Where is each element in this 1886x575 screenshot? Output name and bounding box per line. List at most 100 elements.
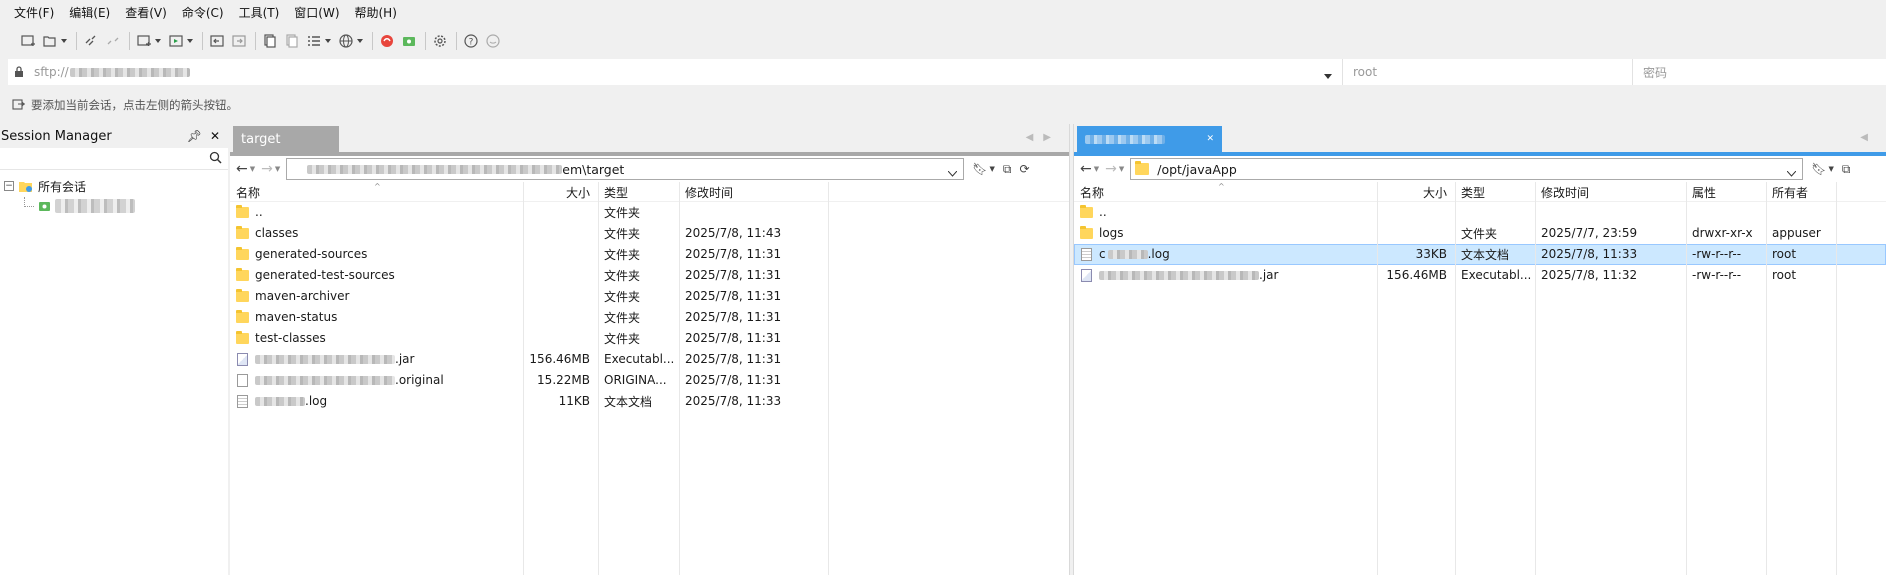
username-input[interactable]: root (1343, 59, 1633, 85)
col-header-owner[interactable]: 所有者 (1766, 182, 1836, 202)
col-header-mtime[interactable]: 修改时间 (679, 182, 828, 202)
pin-icon[interactable]: 📌︎ (187, 129, 202, 143)
open-folder-icon[interactable] (42, 30, 58, 52)
new-window-icon[interactable] (136, 30, 152, 52)
tab-scroll-arrows[interactable]: ◀ (1860, 132, 1878, 143)
chevron-down-icon[interactable]: ▼ (275, 165, 280, 173)
session-search-input[interactable] (0, 148, 228, 170)
close-icon[interactable]: ✕ (210, 129, 220, 143)
tree-item-session[interactable] (0, 196, 228, 216)
redacted-filename (255, 375, 395, 385)
menu-view[interactable]: 查看(V) (125, 4, 167, 21)
xshell-logo-icon[interactable] (379, 30, 395, 52)
menu-command[interactable]: 命令(C) (182, 4, 224, 21)
col-header-mtime[interactable]: 修改时间 (1535, 182, 1686, 202)
chevron-down-icon[interactable]: ▼ (1094, 165, 1099, 173)
remote-pane: ✕ ◀ ← ▼ → ▼ /opt/javaApp 🔖︎ ▼ ⧉ ^ 名称 大小 … (1074, 124, 1886, 575)
new-session-icon[interactable] (20, 30, 36, 52)
table-row-selected[interactable]: c .log 33KB 文本文档 2025/7/8, 11:33 -rw-r--r-- ro… (1074, 244, 1886, 265)
chevron-down-icon[interactable] (1786, 165, 1797, 180)
chevron-down-icon[interactable] (186, 30, 194, 52)
menu-file[interactable]: 文件(F) (14, 4, 54, 21)
file-name: .jar (1259, 268, 1279, 282)
chevron-down-icon[interactable]: ▼ (1828, 165, 1833, 173)
col-header-type[interactable]: 类型 (598, 182, 679, 202)
chevron-down-icon[interactable] (60, 30, 68, 52)
transfer-left-icon[interactable] (209, 30, 225, 52)
host-input[interactable]: sftp:// (8, 59, 1343, 85)
new-folder-icon[interactable]: ⧉ (1842, 162, 1851, 177)
table-row[interactable]: maven-archiver 文件夹 2025/7/8, 11:31 (230, 286, 1069, 307)
chevron-down-icon[interactable] (154, 30, 162, 52)
reconnect-icon[interactable] (83, 30, 99, 52)
file-size-cell: 15.22MB (537, 373, 590, 387)
col-header-name[interactable]: 名称 (230, 182, 523, 202)
menu-window[interactable]: 窗口(W) (294, 4, 339, 21)
chevron-down-icon[interactable] (324, 30, 332, 52)
table-row[interactable]: .jar 156.46MB Executabl... 2025/7/8, 11:32 -… (1074, 265, 1886, 286)
transfer-right-icon[interactable] (231, 30, 247, 52)
col-header-size[interactable]: 大小 (1377, 182, 1455, 202)
chevron-down-icon[interactable]: ▼ (989, 165, 994, 173)
file-name-cell: .. (230, 202, 523, 222)
close-icon[interactable]: ✕ (1206, 134, 1214, 144)
tab-remote-session[interactable]: ✕ (1077, 126, 1222, 152)
back-arrow-icon[interactable]: ← (1080, 161, 1092, 177)
chevron-down-icon[interactable]: ▼ (1119, 165, 1124, 173)
chevron-down-icon[interactable] (947, 165, 958, 180)
table-header: ^ 名称 大小 类型 修改时间 (230, 182, 1069, 202)
menu-help[interactable]: 帮助(H) (355, 4, 397, 21)
col-header-attr[interactable]: 属性 (1686, 182, 1766, 202)
table-row[interactable]: generated-sources 文件夹 2025/7/8, 11:31 (230, 244, 1069, 265)
table-row[interactable]: maven-status 文件夹 2025/7/8, 11:31 (230, 307, 1069, 328)
copy-icon[interactable] (262, 30, 278, 52)
tab-local-target[interactable]: target (233, 126, 339, 152)
table-row[interactable]: .. 文件夹 (230, 202, 1069, 223)
local-path-input[interactable]: em\target (286, 158, 965, 180)
table-row[interactable]: test-classes 文件夹 2025/7/8, 11:31 (230, 328, 1069, 349)
back-arrow-icon[interactable]: ← (236, 161, 248, 177)
new-folder-icon[interactable]: ⧉ (1003, 162, 1012, 177)
forward-arrow-icon[interactable]: → (261, 161, 273, 177)
menu-edit[interactable]: 编辑(E) (69, 4, 110, 21)
search-icon[interactable] (209, 151, 222, 167)
chevron-down-icon[interactable] (356, 30, 364, 52)
forward-arrow-icon[interactable]: → (1105, 161, 1117, 177)
table-row[interactable]: .log 11KB 文本文档 2025/7/8, 11:33 (230, 391, 1069, 412)
bookmark-icon[interactable]: 🔖︎ (1811, 162, 1826, 176)
chat-icon[interactable] (485, 30, 501, 52)
collapse-icon[interactable]: − (4, 181, 14, 191)
table-row[interactable]: .original 15.22MB ORIGINA... 2025/7/8, 11:3… (230, 370, 1069, 391)
menu-tools[interactable]: 工具(T) (239, 4, 280, 21)
chevron-down-icon[interactable] (1324, 68, 1332, 82)
tab-scroll-arrows[interactable]: ◀▶ (1026, 132, 1061, 143)
col-header-name[interactable]: 名称 (1074, 182, 1377, 202)
tree-root[interactable]: − 所有会话 (0, 176, 228, 196)
table-row[interactable]: .. (1074, 202, 1886, 223)
remote-path-input[interactable]: /opt/javaApp (1130, 158, 1804, 180)
password-input[interactable]: 密码 (1633, 59, 1886, 85)
run-terminal-icon[interactable] (168, 30, 184, 52)
xftp-logo-icon[interactable] (401, 30, 417, 52)
toolbar-separator (456, 32, 457, 50)
file-mtime-cell: 2025/7/8, 11:31 (685, 247, 782, 261)
col-header-type[interactable]: 类型 (1455, 182, 1535, 202)
disconnect-icon[interactable] (105, 30, 121, 52)
list-view-icon[interactable] (306, 30, 322, 52)
globe-icon[interactable] (338, 30, 354, 52)
help-icon[interactable]: ? (463, 30, 479, 52)
table-row[interactable]: generated-test-sources 文件夹 2025/7/8, 11:31 (230, 265, 1069, 286)
gear-icon[interactable] (432, 30, 448, 52)
table-row[interactable]: classes 文件夹 2025/7/8, 11:43 (230, 223, 1069, 244)
refresh-icon[interactable]: ⟳ (1019, 162, 1029, 176)
table-row[interactable]: logs 文件夹 2025/7/7, 23:59 drwxr-xr-x appuser (1074, 223, 1886, 244)
paste-icon[interactable] (284, 30, 300, 52)
folder-icon (236, 288, 249, 302)
file-icon (237, 373, 248, 387)
redacted-path (307, 164, 563, 174)
bookmark-icon[interactable]: 🔖︎ (972, 162, 987, 176)
add-session-icon[interactable] (12, 99, 26, 111)
chevron-down-icon[interactable]: ▼ (250, 165, 255, 173)
table-row[interactable]: .jar 156.46MB Executabl... 2025/7/8, 11:31 (230, 349, 1069, 370)
col-header-size[interactable]: 大小 (523, 182, 598, 202)
